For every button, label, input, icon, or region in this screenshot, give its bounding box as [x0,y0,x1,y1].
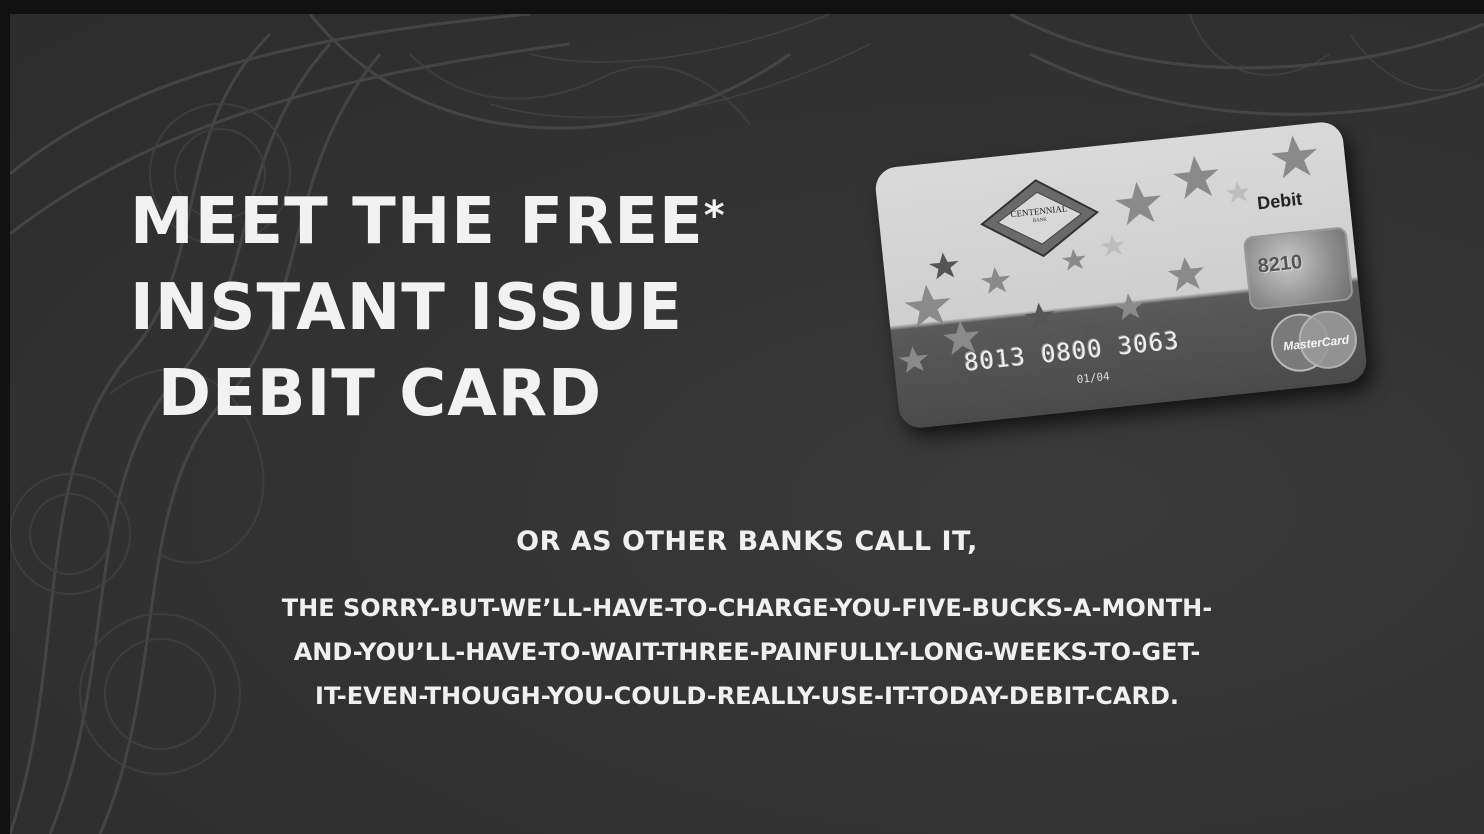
debit-card-image: CENTENNIAL BANK Debit 8210 MasterCard 80… [873,104,1386,464]
headline-line-2: INSTANT ISSUE [130,271,683,345]
subtitle: OR AS OTHER BANKS CALL IT, [516,526,978,557]
debit-card: CENTENNIAL BANK Debit 8210 MasterCard 80… [873,120,1369,430]
headline-line-1: MEET THE FREE [130,185,704,259]
advertisement: MEET THE FREE* INSTANT ISSUE DEBIT CARD [10,14,1484,834]
headline-line-3: DEBIT CARD [157,357,603,431]
body-text: THE SORRY-BUT-WE’LL-HAVE-TO-CHARGE-YOU-F… [160,586,1334,718]
body-line-2: AND-YOU’LL-HAVE-TO-WAIT-THREE-PAINFULLY-… [293,638,1201,666]
headline: MEET THE FREE* INSTANT ISSUE DEBIT CARD [130,179,725,437]
body-line-1: THE SORRY-BUT-WE’LL-HAVE-TO-CHARGE-YOU-F… [281,594,1213,622]
headline-asterisk: * [703,193,726,239]
hologram-text: 8210 [1256,251,1304,278]
body-line-3: IT-EVEN-THOUGH-YOU-COULD-REALLY-USE-IT-T… [315,682,1179,710]
